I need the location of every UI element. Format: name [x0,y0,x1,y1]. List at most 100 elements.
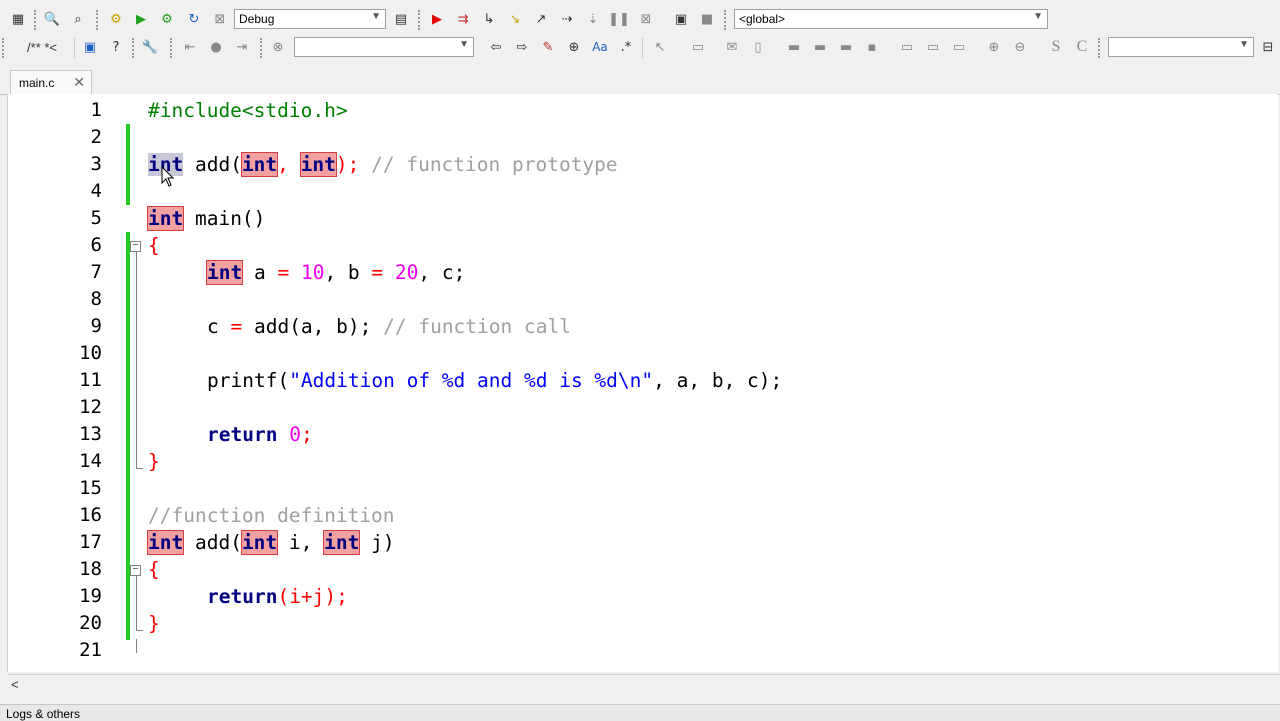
doxywizard-icon[interactable]: ▣ [80,37,100,57]
debug-start-icon[interactable]: ▶ [427,9,447,29]
highlight-icon[interactable]: ✎ [538,37,558,57]
jump-back-icon[interactable]: ⇤ [180,37,200,57]
pause-icon[interactable]: ❚❚ [608,9,630,29]
wrench-icon[interactable]: 🔧 [140,37,160,57]
match-case-icon[interactable]: Aa [590,37,610,57]
block-icon[interactable]: ▭ [688,37,708,57]
help-icon[interactable]: ? [106,37,126,57]
selected-text-icon[interactable]: ⊕ [564,37,584,57]
code-line[interactable]: 10 [8,340,1278,367]
brace-close: } [148,450,160,473]
run-to-cursor-icon[interactable]: ⇉ [453,9,473,29]
step-instruction-icon[interactable]: ⇣ [583,9,603,29]
step-out-icon[interactable]: ↗ [531,9,551,29]
code-line[interactable]: 7 int a = 10, b = 20, c; [8,259,1278,286]
toolbar-grip[interactable] [132,38,137,58]
code-line[interactable]: 13 return 0; [8,421,1278,448]
rebuild-icon[interactable]: ↻ [184,9,204,29]
close-icon[interactable]: ✕ [73,74,85,91]
toolbar-grip[interactable] [724,10,729,30]
number: 20 [383,261,419,284]
code-line[interactable]: 11 printf("Addition of %d and %d is %d\n… [8,367,1278,394]
back-arrow-icon[interactable]: ⇦ [486,37,506,57]
box1-icon[interactable]: ▬ [784,37,804,57]
operator: = [277,261,290,284]
code-line[interactable]: 9 c = add(a, b); // function call [8,313,1278,340]
code-line[interactable]: 16 //function definition [8,502,1278,529]
tab-label: main.c [19,76,55,90]
s-icon[interactable]: S [1046,37,1066,57]
search-select[interactable]: ▼ [294,37,474,57]
logs-title[interactable]: Logs & others [6,707,80,721]
code-line[interactable]: 21 [8,637,1278,664]
next-instruction-icon[interactable]: ⇢ [557,9,577,29]
run-icon[interactable]: ▶ [131,9,151,29]
code-line[interactable]: 5 int main() [8,205,1278,232]
code-line[interactable]: 18 { [8,556,1278,583]
debug-windows-icon[interactable]: ▣ [671,9,691,29]
code-line[interactable]: 17 int add(int i, int j) [8,529,1278,556]
code-line[interactable]: 8 [8,286,1278,313]
tab-main-c[interactable]: main.c ✕ [10,70,92,94]
code-line[interactable]: 6 { [8,232,1278,259]
code-line[interactable]: 4 [8,178,1278,205]
find-icon[interactable]: 🔍 [42,9,62,29]
line-number: 6 [90,234,102,256]
build-target-select[interactable]: Debug ▼ [234,9,386,29]
jump-forward-icon[interactable]: ⇥ [232,37,252,57]
box4-icon[interactable]: ▪ [862,37,882,57]
zoom-in-icon[interactable]: ⊕ [984,37,1004,57]
code-line[interactable]: 3 int add(int, int); // function prototy… [8,151,1278,178]
next-line-icon[interactable]: ↳ [479,9,499,29]
code-completion-select[interactable]: ▼ [1108,37,1254,57]
replace-icon[interactable]: ⌕ [68,9,88,29]
keyword-int: int [240,152,279,177]
package-icon[interactable]: ▦ [8,9,28,29]
build-and-run-icon[interactable]: ⚙ [157,9,177,29]
code-line[interactable]: 12 [8,394,1278,421]
scroll-left-icon[interactable]: < [11,677,19,692]
horizontal-scrollbar[interactable]: < [7,674,1280,695]
clear-search-icon[interactable]: ⊗ [268,37,288,57]
step-into-icon[interactable]: ↘ [505,9,525,29]
doxy-comment-button[interactable]: /** *< [18,37,66,57]
toolbar-grip[interactable] [34,10,39,30]
regex-icon[interactable]: .* [616,37,636,57]
code-line[interactable]: 2 [8,124,1278,151]
toolbar-grip[interactable] [96,10,101,30]
toolbar-grip[interactable] [170,38,175,58]
toolbar-grip[interactable] [260,38,265,58]
code-editor[interactable]: − − 1 #include<stdio.h> 2 3 int add(int,… [7,94,1278,672]
code-line[interactable]: 14 } [8,448,1278,475]
stop-icon[interactable]: ⊠ [636,9,656,29]
toolbar-grip[interactable] [418,10,423,30]
pointer-icon[interactable]: ↖ [650,37,670,57]
box7-icon[interactable]: ▭ [949,37,969,57]
operator: ; [300,423,313,446]
forward-arrow-icon[interactable]: ⇨ [512,37,532,57]
c-icon[interactable]: C [1072,37,1092,57]
logs-panel-header: Logs & others [0,704,1280,721]
expand-icon[interactable]: ⊟ [1258,37,1278,57]
toolbar-grip[interactable] [1098,38,1103,58]
abort-icon[interactable]: ⊠ [210,9,230,29]
toolbar-grip[interactable] [2,38,7,58]
code-line[interactable]: 20 } [8,610,1278,637]
code-line[interactable]: 1 #include<stdio.h> [8,97,1278,124]
box5-icon[interactable]: ▭ [897,37,917,57]
operator: , [277,153,301,176]
box6-icon[interactable]: ▭ [923,37,943,57]
box2-icon[interactable]: ▬ [810,37,830,57]
scope-select[interactable]: <global> ▼ [734,9,1048,29]
zoom-out-icon[interactable]: ⊖ [1010,37,1030,57]
build-gear-icon[interactable]: ⚙ [106,9,126,29]
various-info-icon[interactable]: ■ [697,9,717,29]
code-line[interactable]: 19 return(i+j); [8,583,1278,610]
target-options-icon[interactable]: ▤ [391,9,411,29]
page-icon[interactable]: ▯ [748,37,768,57]
line-number: 21 [79,639,102,661]
mail-icon[interactable]: ✉ [722,37,742,57]
code-line[interactable]: 15 [8,475,1278,502]
box3-icon[interactable]: ▬ [836,37,856,57]
bookmark-icon[interactable]: ● [206,37,226,57]
